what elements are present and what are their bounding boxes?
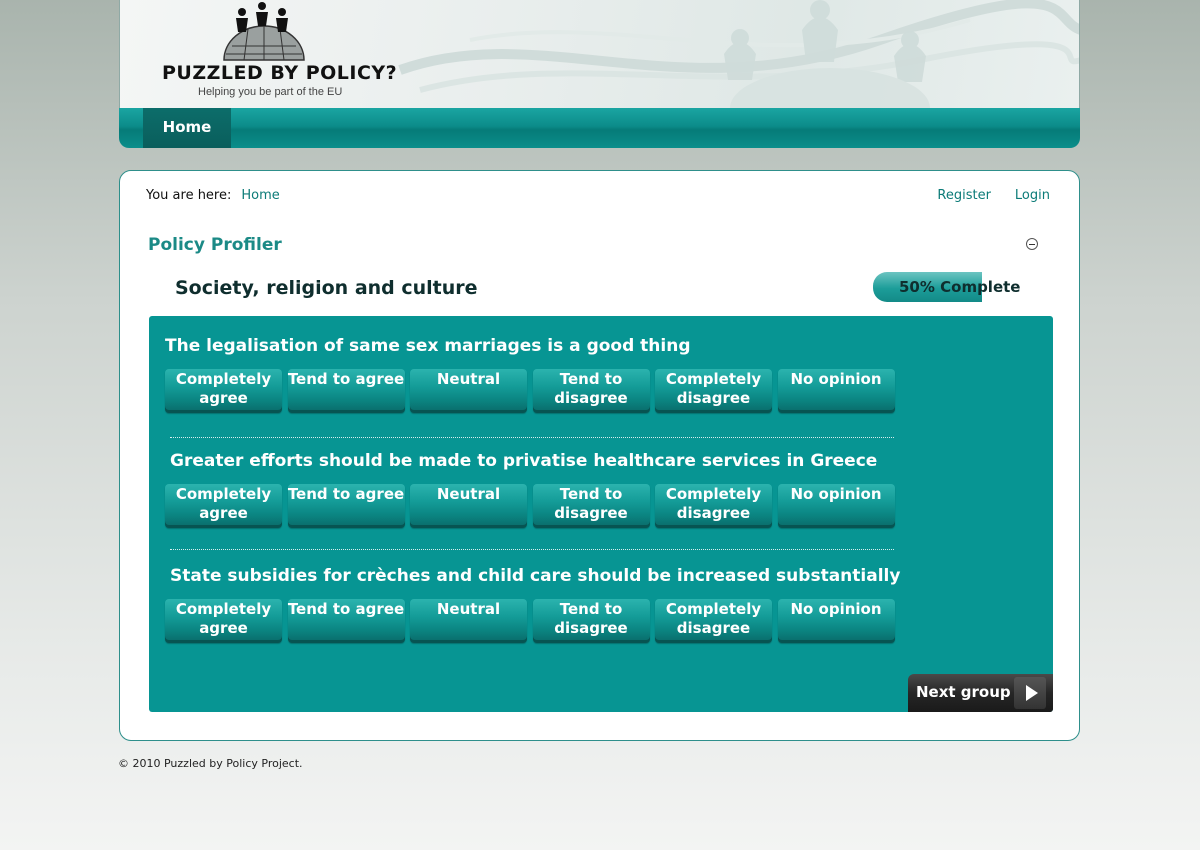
answer-completely-agree[interactable]: Completely agree bbox=[165, 369, 282, 413]
nav-home-tab[interactable]: Home bbox=[143, 108, 231, 148]
answer-tend-to-disagree[interactable]: Tend to disagree bbox=[532, 599, 650, 643]
collapse-icon[interactable] bbox=[1026, 238, 1038, 250]
answer-completely-disagree[interactable]: Completely disagree bbox=[655, 599, 772, 643]
answer-options: Completely agree Tend to agree Neutral T… bbox=[165, 369, 900, 413]
question-divider bbox=[170, 437, 894, 438]
site-logo[interactable]: PUZZLED BY POLICY? Helping you be part o… bbox=[140, 2, 410, 102]
progress-indicator: 50% Complete bbox=[873, 272, 1023, 302]
answer-completely-agree[interactable]: Completely agree bbox=[165, 599, 282, 643]
answer-tend-to-disagree[interactable]: Tend to disagree bbox=[532, 484, 650, 528]
answer-completely-disagree[interactable]: Completely disagree bbox=[655, 484, 772, 528]
next-group-button[interactable]: Next group bbox=[908, 674, 1053, 712]
group-title: Society, religion and culture bbox=[175, 277, 478, 299]
main-nav: Home bbox=[119, 108, 1080, 148]
question-divider bbox=[170, 549, 894, 550]
question-panel: The legalisation of same sex marriages i… bbox=[149, 316, 1053, 712]
answer-no-opinion[interactable]: No opinion bbox=[777, 599, 895, 643]
content-panel: You are here: Home Register Login Policy P… bbox=[119, 170, 1080, 741]
breadcrumb: You are here: Home bbox=[146, 188, 280, 203]
answer-options: Completely agree Tend to agree Neutral T… bbox=[165, 599, 900, 643]
answer-tend-to-agree[interactable]: Tend to agree bbox=[287, 484, 405, 528]
answer-completely-disagree[interactable]: Completely disagree bbox=[655, 369, 772, 413]
globe-people-icon bbox=[223, 2, 305, 61]
logo-title: PUZZLED BY POLICY? bbox=[162, 62, 398, 84]
question-text: The legalisation of same sex marriages i… bbox=[165, 336, 691, 356]
account-links: Register Login bbox=[913, 188, 1050, 203]
logo-tagline: Helping you be part of the EU bbox=[198, 86, 343, 98]
register-link[interactable]: Register bbox=[937, 188, 991, 203]
breadcrumb-home-link[interactable]: Home bbox=[241, 188, 279, 203]
answer-neutral[interactable]: Neutral bbox=[410, 484, 527, 528]
answer-tend-to-agree[interactable]: Tend to agree bbox=[287, 369, 405, 413]
answer-tend-to-agree[interactable]: Tend to agree bbox=[287, 599, 405, 643]
question-text: Greater efforts should be made to privat… bbox=[170, 451, 878, 471]
question-text: State subsidies for crèches and child ca… bbox=[170, 566, 901, 586]
next-group-label: Next group bbox=[916, 683, 1011, 701]
breadcrumb-prefix: You are here: bbox=[146, 188, 232, 203]
answer-no-opinion[interactable]: No opinion bbox=[777, 369, 895, 413]
answer-tend-to-disagree[interactable]: Tend to disagree bbox=[532, 369, 650, 413]
answer-neutral[interactable]: Neutral bbox=[410, 599, 527, 643]
login-link[interactable]: Login bbox=[1015, 188, 1050, 203]
footer-copyright: © 2010 Puzzled by Policy Project. bbox=[118, 757, 303, 770]
module-title: Policy Profiler bbox=[148, 235, 282, 255]
site-header: PUZZLED BY POLICY? Helping you be part o… bbox=[119, 0, 1080, 108]
answer-options: Completely agree Tend to agree Neutral T… bbox=[165, 484, 900, 528]
progress-label: 50% Complete bbox=[899, 278, 1021, 296]
play-arrow-icon bbox=[1014, 677, 1046, 709]
answer-completely-agree[interactable]: Completely agree bbox=[165, 484, 282, 528]
answer-neutral[interactable]: Neutral bbox=[410, 369, 527, 413]
answer-no-opinion[interactable]: No opinion bbox=[777, 484, 895, 528]
